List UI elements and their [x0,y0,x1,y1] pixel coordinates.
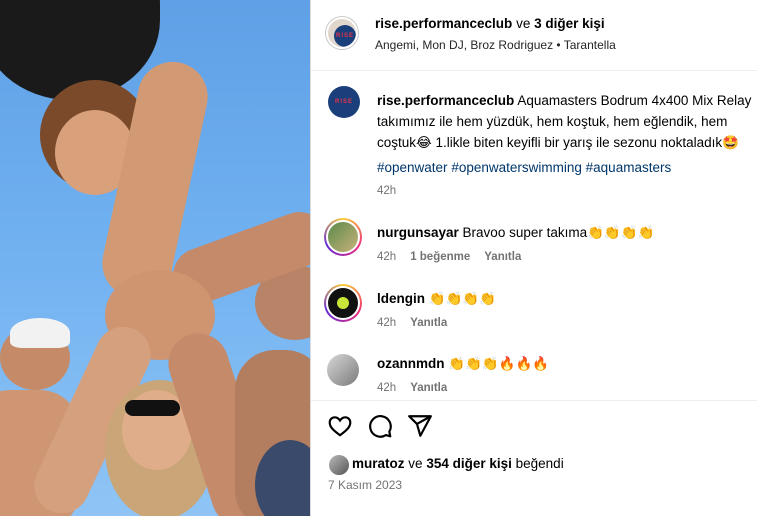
header-others[interactable]: 3 diğer kişi [534,16,605,31]
comment-3: ozannmdn 👏👏👏🔥🔥🔥 [377,356,549,372]
hashtag-openwaterswimming[interactable]: #openwaterswimming [451,160,582,175]
post-header: RISE rise.performanceclub ve 3 diğer kiş… [311,0,757,71]
header-avatar-brand: RISE [334,25,356,47]
comment-icon[interactable] [367,413,393,439]
comment-1-likes[interactable]: 1 beğenme [410,251,470,263]
header-separator: • [556,38,561,52]
comment-2-username[interactable]: ldengin [377,291,425,306]
heart-icon[interactable] [327,413,353,439]
caption: rise.performanceclub Aquamasters Bodrum … [377,90,757,153]
caption-line-3: coştuk😂 1.likle biten keyifli bir yarış … [377,135,739,150]
post-media[interactable] [0,0,310,516]
comment-2-text: 👏👏👏👏 [428,291,497,306]
header-connector: ve [516,16,531,31]
header-collaborators[interactable]: Angemi, Mon DJ, Broz Rodriguez [375,38,553,52]
comment-1-time: 42h [377,251,397,263]
comment-3-avatar[interactable] [327,354,359,386]
post-date[interactable]: 7 Kasım 2023 [328,478,402,492]
comment-1-username[interactable]: nurgunsayar [377,225,459,240]
comment-2-reply[interactable]: Yanıtla [410,317,447,329]
comment-1: nurgunsayar Bravoo super takıma👏👏👏👏 [377,225,654,241]
caption-avatar[interactable]: RISE [328,86,360,118]
comment-2-meta: 42h Yanıtla [377,317,461,329]
header-subtitle: Angemi, Mon DJ, Broz Rodriguez • Tarante… [375,38,616,52]
comment-3-text: 👏👏👏🔥🔥🔥 [448,356,550,371]
hashtag-aquamasters[interactable]: #aquamasters [586,160,672,175]
comment-1-text: Bravoo super takıma👏👏👏👏 [462,225,655,240]
post-details-panel: RISE rise.performanceclub ve 3 diğer kiş… [310,0,757,516]
likes-avatar[interactable] [328,454,350,476]
likes-suffix: beğendi [515,456,564,471]
share-icon[interactable] [407,413,433,439]
comment-3-reply[interactable]: Yanıtla [410,382,447,394]
photo-sunglasses [125,400,180,416]
comment-2-time: 42h [377,317,397,329]
likes-summary: muratoz ve 354 diğer kişi beğendi [352,456,564,471]
caption-time: 42h [377,185,397,197]
header-title: rise.performanceclub ve 3 diğer kişi [375,16,605,31]
likes-connector: ve [408,456,423,471]
hashtag-openwater[interactable]: #openwater [377,160,448,175]
caption-username[interactable]: rise.performanceclub [377,93,514,108]
header-avatar-ring[interactable]: RISE [325,16,359,50]
likes-user[interactable]: muratoz [352,456,405,471]
comment-3-username[interactable]: ozannmdn [377,356,445,371]
caption-hashtags: #openwater #openwaterswimming #aquamaste… [377,160,671,175]
comment-3-meta: 42h Yanıtla [377,382,461,394]
post-actions: muratoz ve 354 diğer kişi beğendi 7 Kası… [311,400,757,517]
caption-line-2: takımımız ile hem yüzdük, hem koştuk, he… [377,114,728,129]
likes-count[interactable]: 354 diğer kişi [426,456,512,471]
comment-3-time: 42h [377,382,397,394]
caption-line-1: Aquamasters Bodrum 4x400 Mix Relay [517,93,752,108]
comment-2: ldengin 👏👏👏👏 [377,291,496,307]
header-username[interactable]: rise.performanceclub [375,16,512,31]
comment-2-avatar[interactable] [324,284,362,322]
comment-1-avatar[interactable] [324,218,362,256]
comment-1-reply[interactable]: Yanıtla [484,251,521,263]
photo-cap-left [10,318,70,348]
comment-1-meta: 42h 1 beğenme Yanıtla [377,251,535,263]
header-audio[interactable]: Tarantella [564,38,616,52]
